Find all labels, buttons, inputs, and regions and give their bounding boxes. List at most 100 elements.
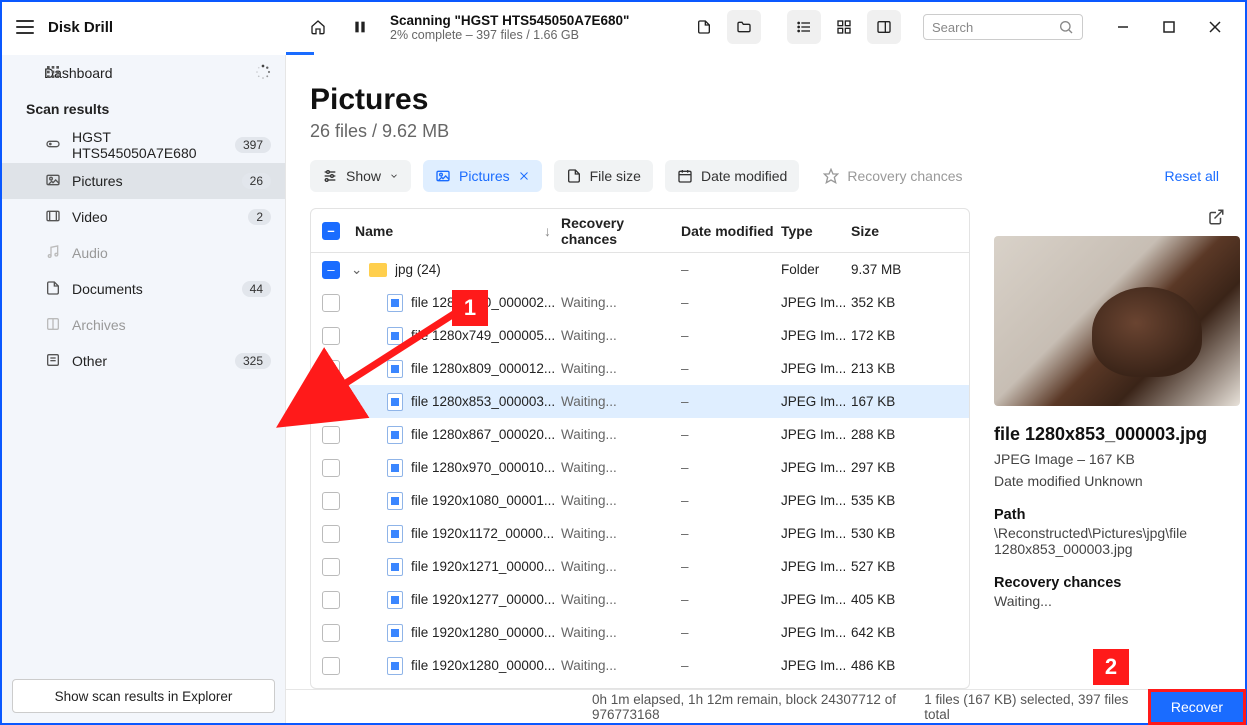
- doc-icon: [44, 280, 62, 299]
- sidebar-badge: 26: [242, 173, 271, 189]
- col-type[interactable]: Type: [781, 223, 851, 239]
- pause-icon[interactable]: [348, 15, 372, 39]
- table-header: – Name ↓ Recovery chances Date modified …: [311, 209, 969, 253]
- table-row[interactable]: file 1920x1172_00000...Waiting...–JPEG I…: [311, 517, 969, 550]
- col-date[interactable]: Date modified: [681, 223, 781, 239]
- col-recovery[interactable]: Recovery chances: [561, 215, 681, 247]
- show-in-explorer-button[interactable]: Show scan results in Explorer: [12, 679, 275, 713]
- open-external-icon[interactable]: [994, 208, 1225, 236]
- page-subtitle: 26 files / 9.62 MB: [310, 121, 1221, 142]
- dashboard-icon: [44, 64, 62, 83]
- image-file-icon: [387, 657, 403, 675]
- home-icon[interactable]: [306, 15, 330, 39]
- reset-all-link[interactable]: Reset all: [1165, 168, 1221, 184]
- chevron-down-icon[interactable]: ⌄: [351, 262, 361, 278]
- file-type: JPEG Im...: [781, 658, 851, 673]
- topbar-left: Disk Drill: [2, 19, 286, 36]
- table-row[interactable]: file 1920x1271_00000...Waiting...–JPEG I…: [311, 550, 969, 583]
- content-row: – Name ↓ Recovery chances Date modified …: [286, 208, 1245, 689]
- header-checkbox[interactable]: –: [311, 222, 351, 240]
- close-icon[interactable]: [518, 170, 530, 182]
- file-type: JPEG Im...: [781, 427, 851, 442]
- col-size[interactable]: Size: [851, 223, 931, 239]
- col-name[interactable]: Name ↓: [351, 223, 561, 239]
- app-window: Disk Drill Scanning "HGST HTS545050A7E68…: [0, 0, 1247, 725]
- file-size: 172 KB: [851, 328, 931, 343]
- list-view-icon[interactable]: [787, 10, 821, 44]
- file-type: JPEG Im...: [781, 493, 851, 508]
- row-checkbox[interactable]: [322, 657, 340, 675]
- file-date: –: [681, 394, 781, 409]
- table-row[interactable]: file 1920x1080_00001...Waiting...–JPEG I…: [311, 484, 969, 517]
- sidebar-item-video[interactable]: Video2: [2, 199, 285, 235]
- file-date: –: [681, 526, 781, 541]
- sidebar-item-hgst-hts545050a7e680[interactable]: HGST HTS545050A7E680397: [2, 127, 285, 163]
- status-elapsed: 0h 1m elapsed, 1h 12m remain, block 2430…: [592, 692, 924, 722]
- file-recovery: Waiting...: [561, 658, 681, 673]
- sliders-icon: [322, 168, 338, 184]
- table-row[interactable]: file 1280x867_000020...Waiting...–JPEG I…: [311, 418, 969, 451]
- filter-pictures[interactable]: Pictures: [423, 160, 542, 192]
- file-date: –: [681, 460, 781, 475]
- filter-filesize[interactable]: File size: [554, 160, 653, 192]
- group-label: jpg (24): [395, 262, 441, 277]
- file-icon[interactable]: [687, 10, 721, 44]
- row-checkbox[interactable]: –: [322, 261, 340, 279]
- row-checkbox[interactable]: [322, 558, 340, 576]
- sidebar-item-documents[interactable]: Documents44: [2, 271, 285, 307]
- scan-info: Scanning "HGST HTS545050A7E680" 2% compl…: [390, 13, 629, 42]
- image-file-icon: [387, 525, 403, 543]
- calendar-icon: [677, 168, 693, 184]
- page-title: Pictures: [310, 83, 1221, 117]
- row-checkbox[interactable]: [322, 459, 340, 477]
- file-recovery: Waiting...: [561, 361, 681, 376]
- file-size: 405 KB: [851, 592, 931, 607]
- details-panel: file 1280x853_000003.jpg JPEG Image – 16…: [970, 208, 1245, 689]
- scan-title: Scanning "HGST HTS545050A7E680": [390, 13, 629, 28]
- sidebar-item-pictures[interactable]: Pictures26: [2, 163, 285, 199]
- table-group-row[interactable]: –⌄jpg (24)–Folder9.37 MB: [311, 253, 969, 286]
- row-checkbox[interactable]: [322, 525, 340, 543]
- sidebar-item-other[interactable]: Other325: [2, 343, 285, 379]
- maximize-button[interactable]: [1149, 10, 1189, 44]
- sidebar: Dashboard Scan results HGST HTS545050A7E…: [2, 55, 286, 723]
- sidebar-badge: 325: [235, 353, 271, 369]
- scan-status: 2% complete – 397 files / 1.66 GB: [390, 28, 629, 42]
- panel-view-icon[interactable]: [867, 10, 901, 44]
- file-date: –: [681, 295, 781, 310]
- table-row[interactable]: file 1280x970_000010...Waiting...–JPEG I…: [311, 451, 969, 484]
- close-button[interactable]: [1195, 10, 1235, 44]
- table-row[interactable]: file 1920x1277_00000...Waiting...–JPEG I…: [311, 583, 969, 616]
- table-row[interactable]: file 1920x1280_00000...Waiting...–JPEG I…: [311, 649, 969, 682]
- recover-button[interactable]: Recover: [1149, 690, 1245, 724]
- file-table: – Name ↓ Recovery chances Date modified …: [310, 208, 970, 689]
- sidebar-item-label: Video: [72, 209, 108, 225]
- row-checkbox[interactable]: [322, 624, 340, 642]
- main-header: Pictures 26 files / 9.62 MB: [286, 55, 1245, 154]
- row-checkbox[interactable]: [322, 591, 340, 609]
- grid-view-icon[interactable]: [827, 10, 861, 44]
- sidebar-item-audio[interactable]: Audio: [2, 235, 285, 271]
- folder-icon[interactable]: [727, 10, 761, 44]
- detail-rec: Waiting...: [994, 593, 1225, 609]
- file-type: JPEG Im...: [781, 361, 851, 376]
- file-name: file 1920x1271_00000...: [411, 559, 555, 574]
- file-type: JPEG Im...: [781, 526, 851, 541]
- filter-recchances[interactable]: Recovery chances: [811, 160, 974, 192]
- show-dropdown[interactable]: Show: [310, 160, 411, 192]
- file-size: 486 KB: [851, 658, 931, 673]
- callout-2: 2: [1093, 649, 1129, 685]
- file-date: –: [681, 592, 781, 607]
- file-size: 297 KB: [851, 460, 931, 475]
- hamburger-icon[interactable]: [16, 20, 34, 34]
- detail-rec-label: Recovery chances: [994, 575, 1225, 591]
- file-size: 352 KB: [851, 295, 931, 310]
- sidebar-dashboard[interactable]: Dashboard: [2, 55, 285, 91]
- table-row[interactable]: file 1920x1280_00000...Waiting...–JPEG I…: [311, 616, 969, 649]
- minimize-button[interactable]: [1103, 10, 1143, 44]
- sidebar-item-archives[interactable]: Archives: [2, 307, 285, 343]
- row-checkbox[interactable]: [322, 492, 340, 510]
- row-checkbox[interactable]: [322, 426, 340, 444]
- search-input[interactable]: Search: [923, 14, 1083, 40]
- filter-datemod[interactable]: Date modified: [665, 160, 799, 192]
